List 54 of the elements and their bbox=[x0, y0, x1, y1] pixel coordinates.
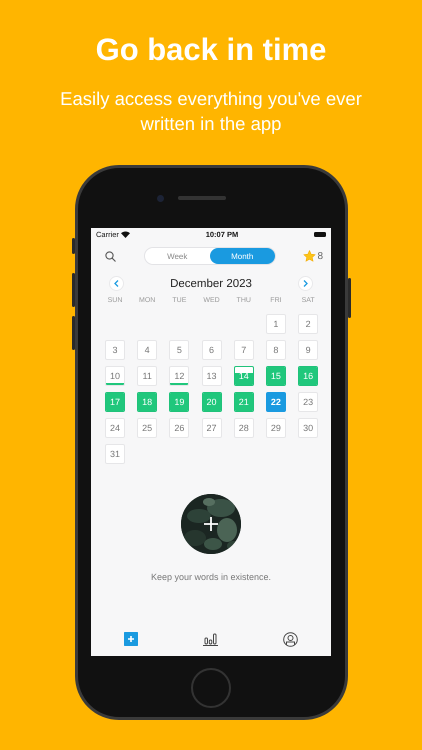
wifi-icon bbox=[120, 231, 130, 238]
speaker-grille bbox=[178, 196, 226, 200]
calendar-day[interactable]: 11 bbox=[137, 366, 158, 386]
calendar-day[interactable]: 6 bbox=[202, 340, 222, 360]
search-icon[interactable] bbox=[105, 250, 116, 262]
subheadline: Easily access everything you've ever written in the app bbox=[59, 87, 363, 136]
calendar-day[interactable]: 3 bbox=[105, 340, 125, 360]
calendar-day[interactable]: 25 bbox=[137, 418, 158, 438]
calendar-day[interactable]: 4 bbox=[137, 340, 158, 360]
calendar-day[interactable]: 9 bbox=[298, 340, 318, 360]
entry-fill bbox=[299, 367, 318, 385]
calendar-day[interactable]: 13 bbox=[202, 366, 222, 386]
star-icon bbox=[303, 250, 316, 262]
calendar-day[interactable]: 24 bbox=[105, 418, 125, 438]
previous-month-button[interactable] bbox=[109, 276, 124, 291]
entry-fill bbox=[138, 393, 156, 411]
calendar-day[interactable]: 12 bbox=[169, 366, 190, 386]
calendar-day[interactable]: 7 bbox=[234, 340, 254, 360]
month-title: December 2023 bbox=[170, 278, 252, 290]
tab-bar-item[interactable] bbox=[283, 632, 298, 646]
battery-icon bbox=[314, 232, 326, 237]
entry-fill bbox=[234, 372, 253, 385]
plus-icon bbox=[203, 516, 219, 532]
bar-chart-icon bbox=[202, 632, 218, 646]
entry-fill bbox=[202, 393, 221, 411]
calendar-day[interactable]: 26 bbox=[169, 418, 190, 438]
entry-fill bbox=[170, 393, 188, 411]
chevron-left-icon bbox=[114, 280, 119, 287]
calendar-day[interactable]: 31 bbox=[105, 444, 125, 464]
calendar-day[interactable]: 10 bbox=[105, 366, 125, 386]
next-month-button[interactable] bbox=[298, 276, 313, 291]
add-icon bbox=[124, 632, 138, 646]
tab-bar-item[interactable] bbox=[202, 632, 218, 646]
calendar-day[interactable]: 22 bbox=[266, 392, 286, 412]
entry-fill bbox=[106, 393, 124, 411]
calendar-day[interactable]: 28 bbox=[234, 418, 254, 438]
calendar-day[interactable]: 1 bbox=[266, 314, 286, 334]
entry-fill bbox=[266, 367, 285, 385]
calendar-day[interactable]: 2 bbox=[298, 314, 318, 334]
calendar-day[interactable]: 30 bbox=[298, 418, 318, 438]
view-tab[interactable]: Month bbox=[210, 248, 275, 264]
calendar-day[interactable]: 23 bbox=[298, 392, 318, 412]
calendar-day[interactable]: 27 bbox=[202, 418, 222, 438]
camera-lens bbox=[156, 194, 164, 202]
calendar-day[interactable]: 8 bbox=[266, 340, 286, 360]
chevron-right-icon bbox=[302, 280, 308, 287]
entry-fill bbox=[234, 393, 253, 411]
empty-state-caption: Keep your words in existence. bbox=[150, 572, 272, 582]
view-tab[interactable]: Week bbox=[144, 248, 210, 264]
headline: Go back in time bbox=[96, 32, 326, 68]
calendar-day[interactable]: 5 bbox=[169, 340, 190, 360]
calendar-day[interactable]: 29 bbox=[266, 418, 286, 438]
star-count: 8 bbox=[317, 250, 323, 262]
profile-icon bbox=[283, 632, 298, 646]
